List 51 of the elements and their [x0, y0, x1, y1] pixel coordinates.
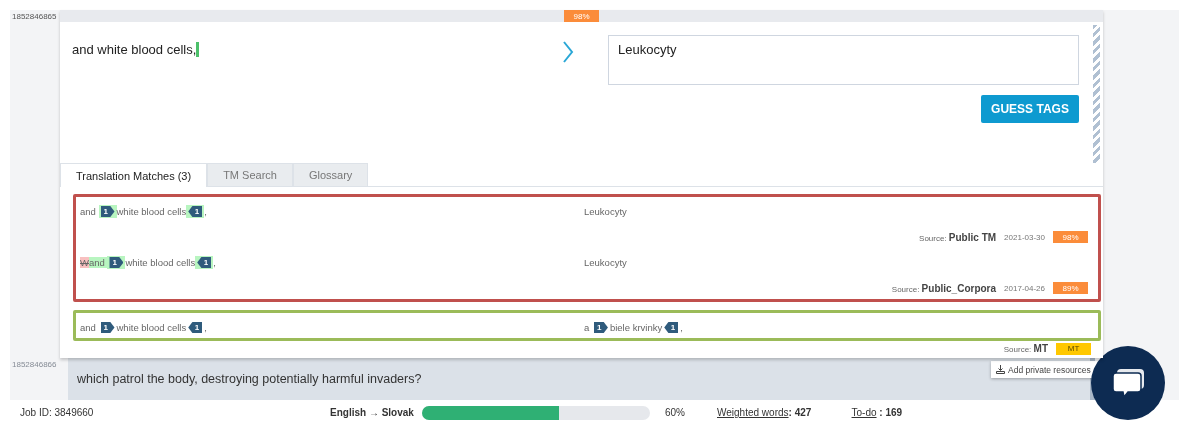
match-text: biele krvinky	[609, 322, 663, 333]
tag-marker: 1	[186, 321, 205, 334]
tab[interactable]: TM Search	[207, 163, 293, 186]
source-text: and white blood cells,	[72, 42, 197, 57]
match-source: Source: Public_Corpora	[891, 282, 997, 294]
tag-marker: 1	[195, 256, 214, 269]
match-date: 2021-03-30	[1004, 232, 1045, 242]
segment-id: 1852846865	[11, 11, 58, 21]
chevron-right-icon	[562, 41, 574, 63]
match-score: 98%	[1053, 231, 1088, 243]
match-text: white blood cells	[116, 322, 187, 333]
chat-icon	[1110, 367, 1146, 399]
match-date: 2017-04-26	[1004, 283, 1045, 293]
match-score: 98%	[564, 10, 599, 22]
match-score: 89%	[1053, 282, 1088, 294]
match-text: ,	[204, 322, 207, 333]
source-text: which patrol the body, destroying potentially harmful invaders?	[77, 372, 422, 386]
match-source: Source: Public TM	[919, 231, 997, 243]
progress-percent: 60%	[665, 407, 686, 418]
tag-marker: 1	[591, 321, 610, 334]
tag-marker: 1	[98, 321, 117, 334]
tab[interactable]: Translation Matches (3)	[60, 163, 208, 187]
match-text: white blood cells	[125, 257, 196, 268]
weighted-words-link[interactable]: Weighted words	[717, 407, 789, 418]
match-text: and	[80, 322, 97, 333]
match-text: ,	[680, 322, 683, 333]
tab[interactable]: Glossary	[292, 163, 369, 186]
match-text: and	[80, 206, 97, 217]
language-pair: English → Slovak	[330, 407, 415, 418]
segment-id: 1852846866	[11, 359, 58, 369]
target-field[interactable]: Leukocyty	[608, 35, 1079, 85]
tag-marker: 1	[662, 321, 681, 334]
todo-link[interactable]: To-do	[851, 407, 877, 418]
tag-marker: 1	[186, 205, 205, 218]
match-text: a	[584, 322, 591, 333]
match-text: Leukocyty	[584, 257, 627, 268]
match-text: white blood cells	[116, 206, 187, 217]
match-source: Source: MT	[1003, 343, 1048, 354]
match-text: W	[80, 257, 89, 268]
tag-marker: 1	[98, 205, 117, 218]
match-text: ,	[213, 257, 216, 268]
match-score: MT	[1056, 342, 1091, 355]
job-id: Job ID: 3849660	[20, 407, 95, 418]
weighted-words-count: : 427	[788, 407, 813, 418]
download-icon	[996, 365, 1005, 374]
text-cursor	[196, 42, 200, 57]
match-text: Leukocyty	[584, 206, 627, 217]
tag-marker: 1	[107, 256, 126, 269]
match-text: ,	[204, 206, 207, 217]
match-text: and	[88, 257, 108, 268]
todo-count: : 169	[878, 407, 903, 418]
